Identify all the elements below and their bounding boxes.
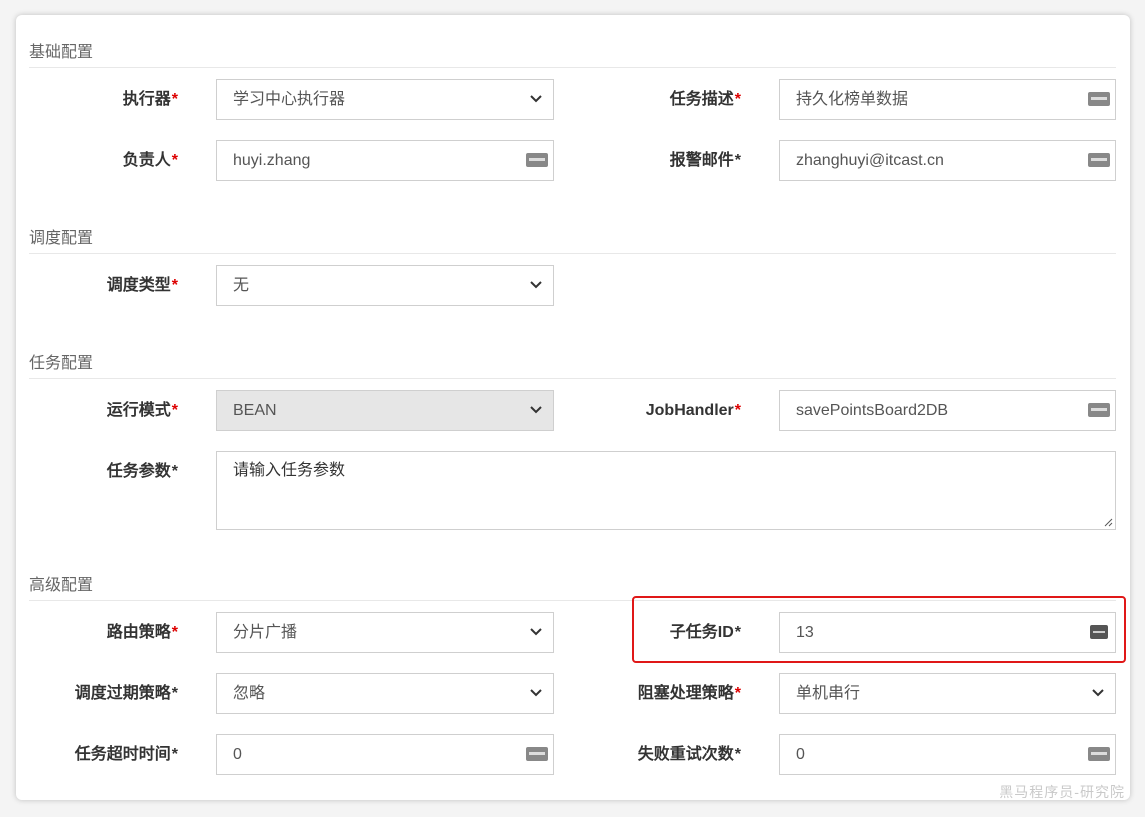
label-route-strategy: 路由策略* — [106, 624, 178, 641]
keyboard-icon — [1088, 403, 1110, 417]
section-title-task: 任务配置 — [29, 354, 1116, 379]
chevron-down-icon — [530, 281, 542, 289]
job-param-placeholder: 请输入任务参数 — [233, 462, 346, 479]
job-desc-input[interactable]: 持久化榜单数据 — [779, 79, 1116, 120]
executor-value: 学习中心执行器 — [233, 91, 346, 108]
chevron-down-icon — [530, 95, 542, 103]
label-run-mode: 运行模式* — [106, 402, 178, 419]
label-job-handler: JobHandler* — [645, 402, 741, 419]
keyboard-icon — [526, 153, 548, 167]
alarm-email-input[interactable]: zhanghuyi@itcast.cn — [779, 140, 1116, 181]
chevron-down-icon — [530, 689, 542, 697]
label-timeout: 任务超时时间* — [74, 746, 178, 763]
misfire-strategy-select[interactable]: 忽略 — [216, 673, 554, 714]
label-block-strategy: 阻塞处理策略* — [637, 685, 741, 702]
section-title-basic: 基础配置 — [29, 43, 1116, 68]
label-job-desc: 任务描述* — [669, 91, 741, 108]
schedule-type-select[interactable]: 无 — [216, 265, 554, 306]
label-fail-retry: 失败重试次数* — [637, 746, 741, 763]
keyboard-icon — [1088, 92, 1110, 106]
misfire-strategy-value: 忽略 — [233, 685, 266, 702]
timeout-input[interactable]: 0 — [216, 734, 554, 775]
job-handler-input[interactable]: savePointsBoard2DB — [779, 390, 1116, 431]
author-value: huyi.zhang — [233, 152, 311, 169]
author-input[interactable]: huyi.zhang — [216, 140, 554, 181]
route-strategy-value: 分片广播 — [233, 624, 298, 641]
label-alarm-email: 报警邮件* — [669, 152, 741, 169]
keyboard-icon — [1088, 153, 1110, 167]
chevron-down-icon — [1092, 689, 1104, 697]
section-title-schedule: 调度配置 — [29, 229, 1116, 254]
keyboard-icon — [526, 747, 548, 761]
job-param-textarea[interactable]: 请输入任务参数 — [216, 451, 1116, 530]
fail-retry-value: 0 — [796, 746, 805, 763]
keyboard-icon — [1088, 747, 1110, 761]
fail-retry-input[interactable]: 0 — [779, 734, 1116, 775]
alarm-email-value: zhanghuyi@itcast.cn — [796, 152, 944, 169]
run-mode-value: BEAN — [233, 402, 277, 419]
child-job-highlight-box — [632, 596, 1126, 663]
label-misfire-strategy: 调度过期策略* — [74, 685, 178, 702]
resize-grip-icon[interactable] — [1103, 517, 1113, 527]
label-job-param: 任务参数* — [106, 463, 178, 480]
chevron-down-icon — [530, 406, 542, 414]
job-handler-value: savePointsBoard2DB — [796, 402, 949, 419]
job-desc-value: 持久化榜单数据 — [796, 91, 909, 108]
label-author: 负责人* — [122, 152, 178, 169]
executor-select[interactable]: 学习中心执行器 — [216, 79, 554, 120]
route-strategy-select[interactable]: 分片广播 — [216, 612, 554, 653]
timeout-value: 0 — [233, 746, 242, 763]
schedule-type-value: 无 — [233, 277, 250, 294]
run-mode-select[interactable]: BEAN — [216, 390, 554, 431]
block-strategy-select[interactable]: 单机串行 — [779, 673, 1116, 714]
watermark: 黑马程序员-研究院 — [999, 785, 1125, 801]
label-executor: 执行器* — [122, 91, 178, 108]
label-schedule-type: 调度类型* — [106, 277, 178, 294]
block-strategy-value: 单机串行 — [796, 685, 861, 702]
chevron-down-icon — [530, 628, 542, 636]
